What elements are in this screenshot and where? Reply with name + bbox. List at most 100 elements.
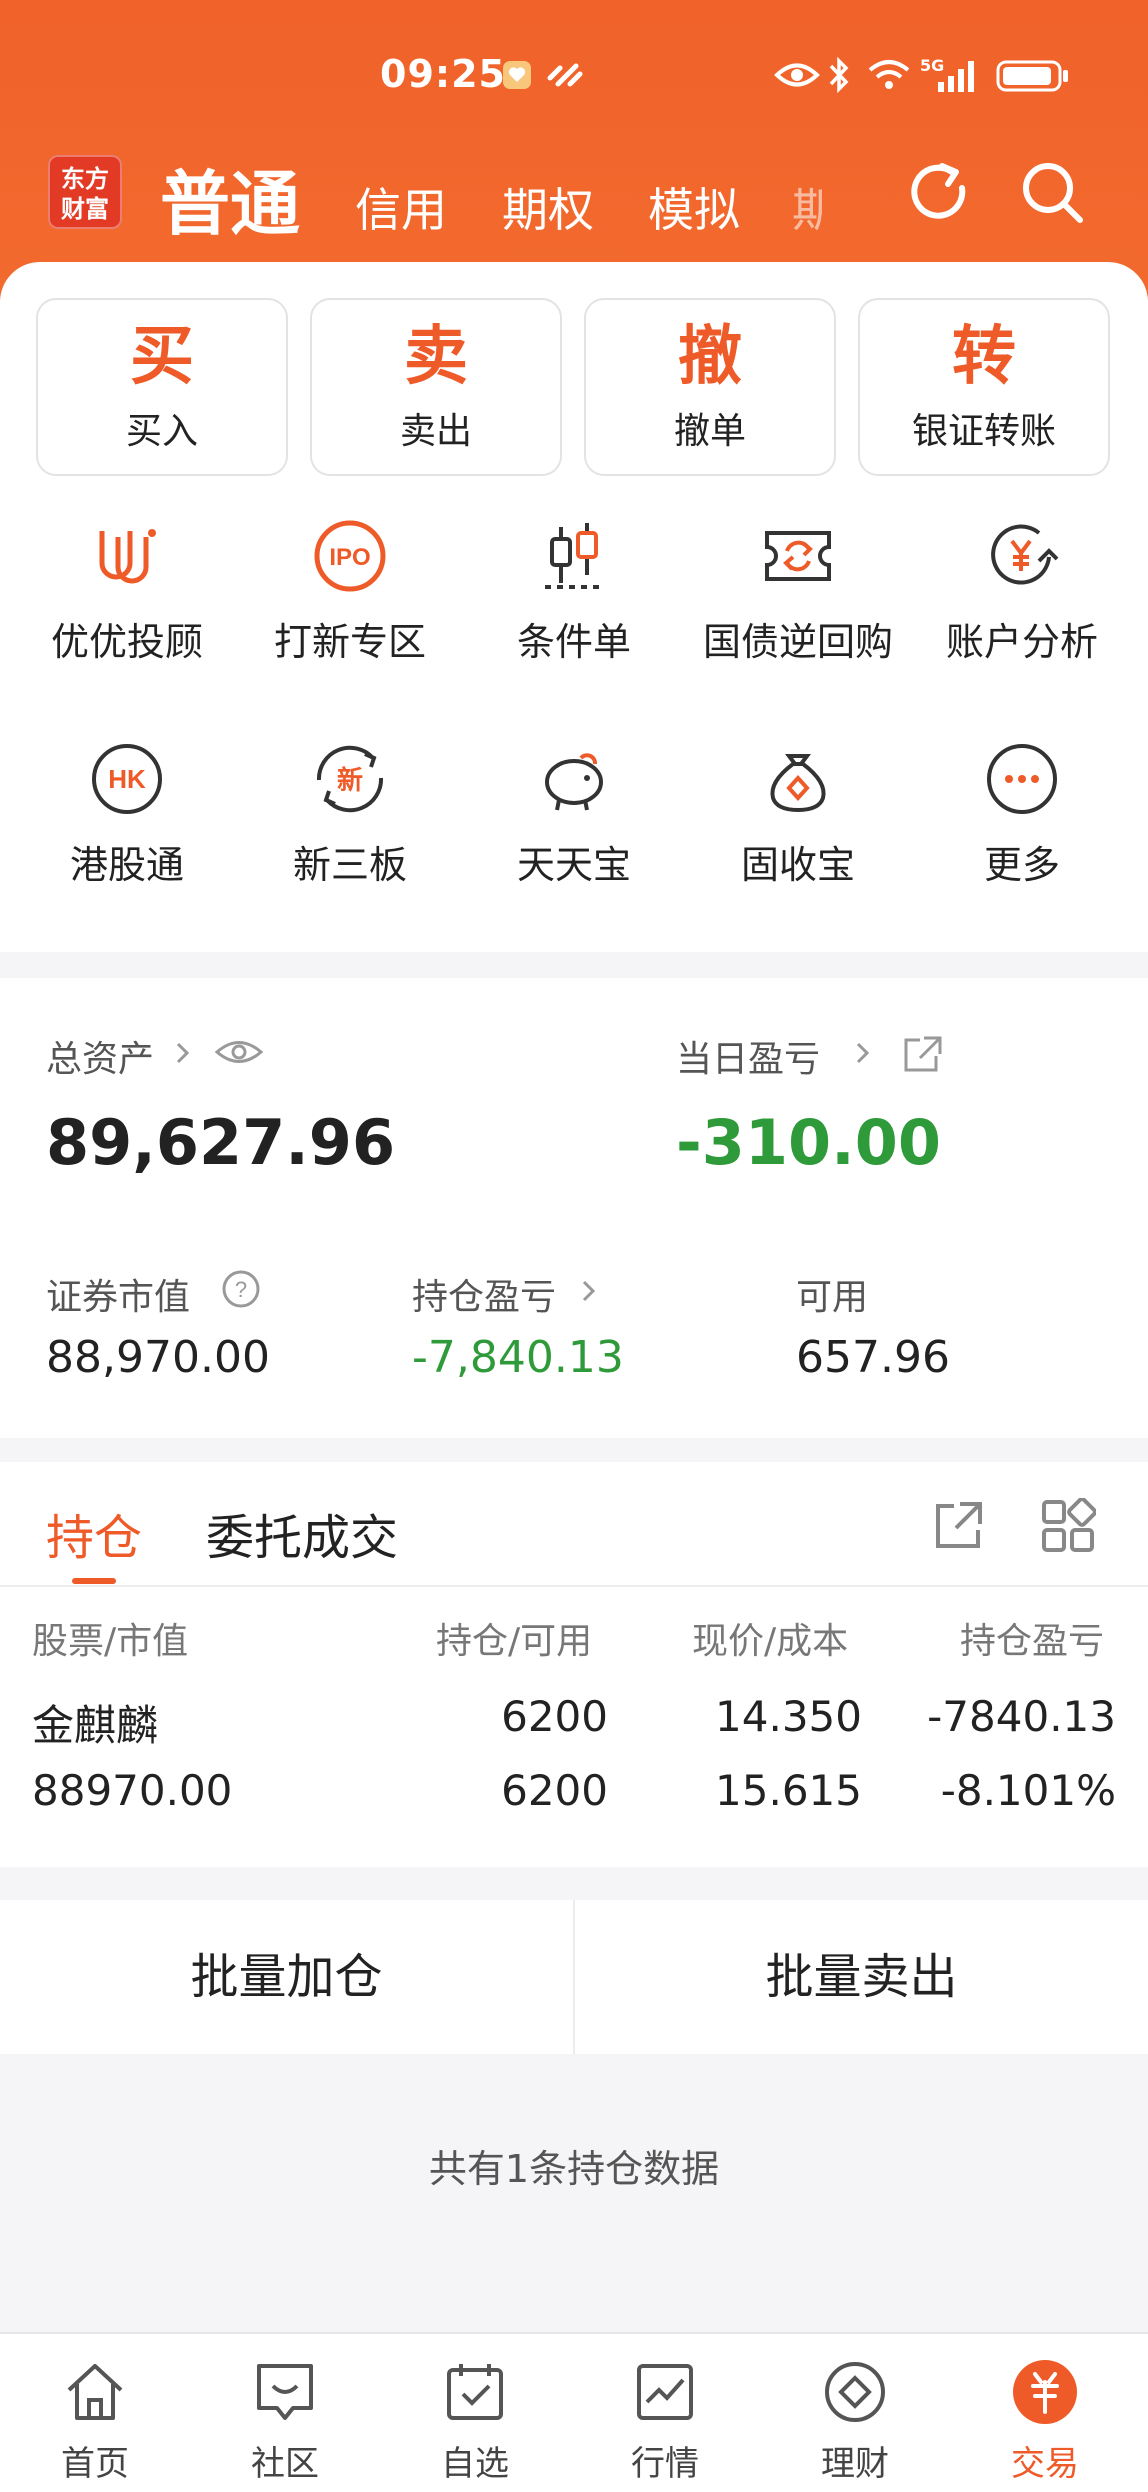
stock-market-value: 88970.00 bbox=[32, 1766, 233, 1815]
buy-button[interactable]: 买 买入 bbox=[36, 298, 288, 476]
cancel-order-button[interactable]: 撤 撤单 bbox=[584, 298, 836, 476]
total-assets-label[interactable]: 总资产 bbox=[46, 1030, 154, 1082]
available-value: 657.96 bbox=[796, 1332, 950, 1383]
tab-truncated[interactable]: 期 bbox=[792, 174, 822, 240]
watchlist-icon bbox=[447, 2364, 503, 2420]
svg-text:新: 新 bbox=[337, 765, 363, 796]
batch-sell-button[interactable]: 批量卖出 bbox=[575, 1900, 1148, 2054]
nav-watchlist[interactable]: 自选 bbox=[400, 2356, 550, 2485]
app-logo: 东方 财富 bbox=[48, 155, 122, 229]
column-header-position: 持仓/可用 bbox=[436, 1621, 593, 1662]
tab-normal[interactable]: 普通 bbox=[160, 148, 300, 249]
feature-hk-connect[interactable]: HK 港股通 bbox=[15, 740, 239, 889]
active-tab-indicator bbox=[72, 1578, 116, 1584]
holdings-count-note: 共有1条持仓数据 bbox=[428, 2147, 720, 2191]
holding-pl-pct: -8.101% bbox=[940, 1766, 1116, 1815]
nav-home[interactable]: 首页 bbox=[20, 2356, 170, 2485]
market-value: 88,970.00 bbox=[46, 1332, 270, 1383]
search-icon[interactable] bbox=[1018, 158, 1088, 228]
xin-icon: 新 bbox=[316, 745, 384, 813]
available-label: 可用 bbox=[796, 1277, 869, 1318]
status-bar: 09:25 5G bbox=[0, 50, 1148, 110]
candlestick-icon bbox=[545, 523, 603, 589]
daily-pl-value: -310.00 bbox=[676, 1106, 941, 1179]
chevron-right-icon bbox=[582, 1280, 596, 1302]
wifi-icon bbox=[868, 60, 910, 89]
moneybag-icon bbox=[770, 754, 826, 813]
bottom-nav: 首页 社区 自选 行情 理财 交易 bbox=[0, 2332, 1148, 2492]
cost-price: 15.615 bbox=[715, 1766, 862, 1815]
bluetooth-icon bbox=[829, 56, 849, 94]
column-header-price: 现价/成本 bbox=[692, 1621, 849, 1662]
tab-credit[interactable]: 信用 bbox=[355, 174, 447, 240]
piggy-icon bbox=[545, 753, 603, 811]
batch-actions: 批量加仓 批量卖出 bbox=[0, 1900, 1148, 2054]
feature-ipo[interactable]: IPO 打新专区 bbox=[238, 517, 462, 666]
ipo-icon: IPO bbox=[314, 520, 386, 592]
position-pl-value: -7,840.13 bbox=[412, 1332, 624, 1383]
svg-text:HK: HK bbox=[108, 764, 146, 794]
sell-button[interactable]: 卖 卖出 bbox=[310, 298, 562, 476]
market-value-label: 证券市值 bbox=[46, 1277, 191, 1318]
column-header-pl: 持仓盈亏 bbox=[960, 1621, 1105, 1662]
holdings-card: 持仓 委托成交 股票/市值 持仓/可用 现价/成本 持仓盈亏 金麒麟 88970… bbox=[0, 1462, 1148, 1867]
shield-heart-icon bbox=[503, 61, 531, 89]
community-icon bbox=[257, 2364, 313, 2420]
youyou-icon bbox=[99, 529, 156, 584]
more-icon bbox=[987, 744, 1057, 814]
trade-icon bbox=[1013, 2360, 1077, 2424]
chevron-right-icon bbox=[856, 1042, 870, 1064]
status-time: 09:25 bbox=[380, 52, 506, 96]
share-icon[interactable] bbox=[930, 1498, 986, 1554]
tab-simulate[interactable]: 模拟 bbox=[648, 174, 740, 240]
feature-conditional-order[interactable]: 条件单 bbox=[462, 517, 686, 666]
tab-holdings[interactable]: 持仓 bbox=[46, 1498, 142, 1568]
action-card: 买 买入 卖 卖出 撤 撤单 转 银证转账 优优投顾 IPO 打新专区 条件单 … bbox=[0, 262, 1148, 952]
nav-wealth[interactable]: 理财 bbox=[780, 2356, 930, 2485]
signal-icon bbox=[938, 61, 974, 92]
feature-account-analysis[interactable]: 账户分析 bbox=[910, 517, 1134, 666]
daily-pl-label[interactable]: 当日盈亏 bbox=[676, 1030, 820, 1082]
holding-pl: -7840.13 bbox=[927, 1692, 1116, 1741]
feature-tiantianbao[interactable]: 天天宝 bbox=[462, 740, 686, 889]
nav-community[interactable]: 社区 bbox=[210, 2356, 360, 2485]
available-qty: 6200 bbox=[501, 1766, 608, 1815]
nav-market[interactable]: 行情 bbox=[590, 2356, 740, 2485]
feature-more[interactable]: 更多 bbox=[910, 740, 1134, 889]
link-icon bbox=[547, 63, 583, 87]
bank-transfer-button[interactable]: 转 银证转账 bbox=[858, 298, 1110, 476]
yuan-chart-icon bbox=[991, 524, 1059, 585]
stock-name: 金麒麟 bbox=[32, 1701, 159, 1750]
total-assets-value: 89,627.96 bbox=[46, 1106, 396, 1179]
external-link-icon[interactable] bbox=[900, 1034, 944, 1074]
column-header-stock: 股票/市值 bbox=[32, 1621, 189, 1662]
ticket-icon bbox=[765, 531, 831, 581]
feature-fixed-income[interactable]: 固收宝 bbox=[686, 740, 910, 889]
hk-icon: HK bbox=[92, 744, 162, 814]
feature-youyou[interactable]: 优优投顾 bbox=[15, 517, 239, 666]
feature-reverse-repo[interactable]: 国债逆回购 bbox=[686, 517, 910, 666]
eye-toggle-icon[interactable] bbox=[214, 1036, 264, 1068]
top-nav: 东方 财富 普通 信用 期权 模拟 期 bbox=[0, 140, 1148, 250]
tab-options[interactable]: 期权 bbox=[502, 174, 594, 240]
battery-icon bbox=[996, 60, 1068, 92]
wealth-icon bbox=[825, 2362, 885, 2422]
position-pl-label[interactable]: 持仓盈亏 bbox=[412, 1268, 556, 1320]
svg-text:?: ? bbox=[235, 1277, 247, 1302]
nav-trade[interactable]: 交易 bbox=[970, 2356, 1120, 2485]
market-icon bbox=[637, 2364, 693, 2420]
eye-icon bbox=[774, 63, 820, 87]
app-header: 09:25 5G 东方 财富 普通 信用 期权 模拟 期 bbox=[0, 0, 1148, 300]
layout-grid-icon[interactable] bbox=[1040, 1498, 1096, 1554]
tab-orders[interactable]: 委托成交 bbox=[206, 1498, 398, 1568]
divider bbox=[0, 1585, 1148, 1587]
chevron-right-icon bbox=[176, 1042, 190, 1064]
batch-add-button[interactable]: 批量加仓 bbox=[0, 1900, 573, 2054]
help-icon[interactable]: ? bbox=[220, 1268, 262, 1310]
refresh-icon[interactable] bbox=[904, 158, 974, 228]
home-icon bbox=[67, 2364, 123, 2420]
current-price: 14.350 bbox=[715, 1692, 862, 1741]
position-qty: 6200 bbox=[501, 1692, 608, 1741]
table-row[interactable]: 金麒麟 88970.00 6200 6200 14.350 15.615 -78… bbox=[0, 1692, 1148, 1852]
feature-neeq[interactable]: 新 新三板 bbox=[238, 740, 462, 889]
